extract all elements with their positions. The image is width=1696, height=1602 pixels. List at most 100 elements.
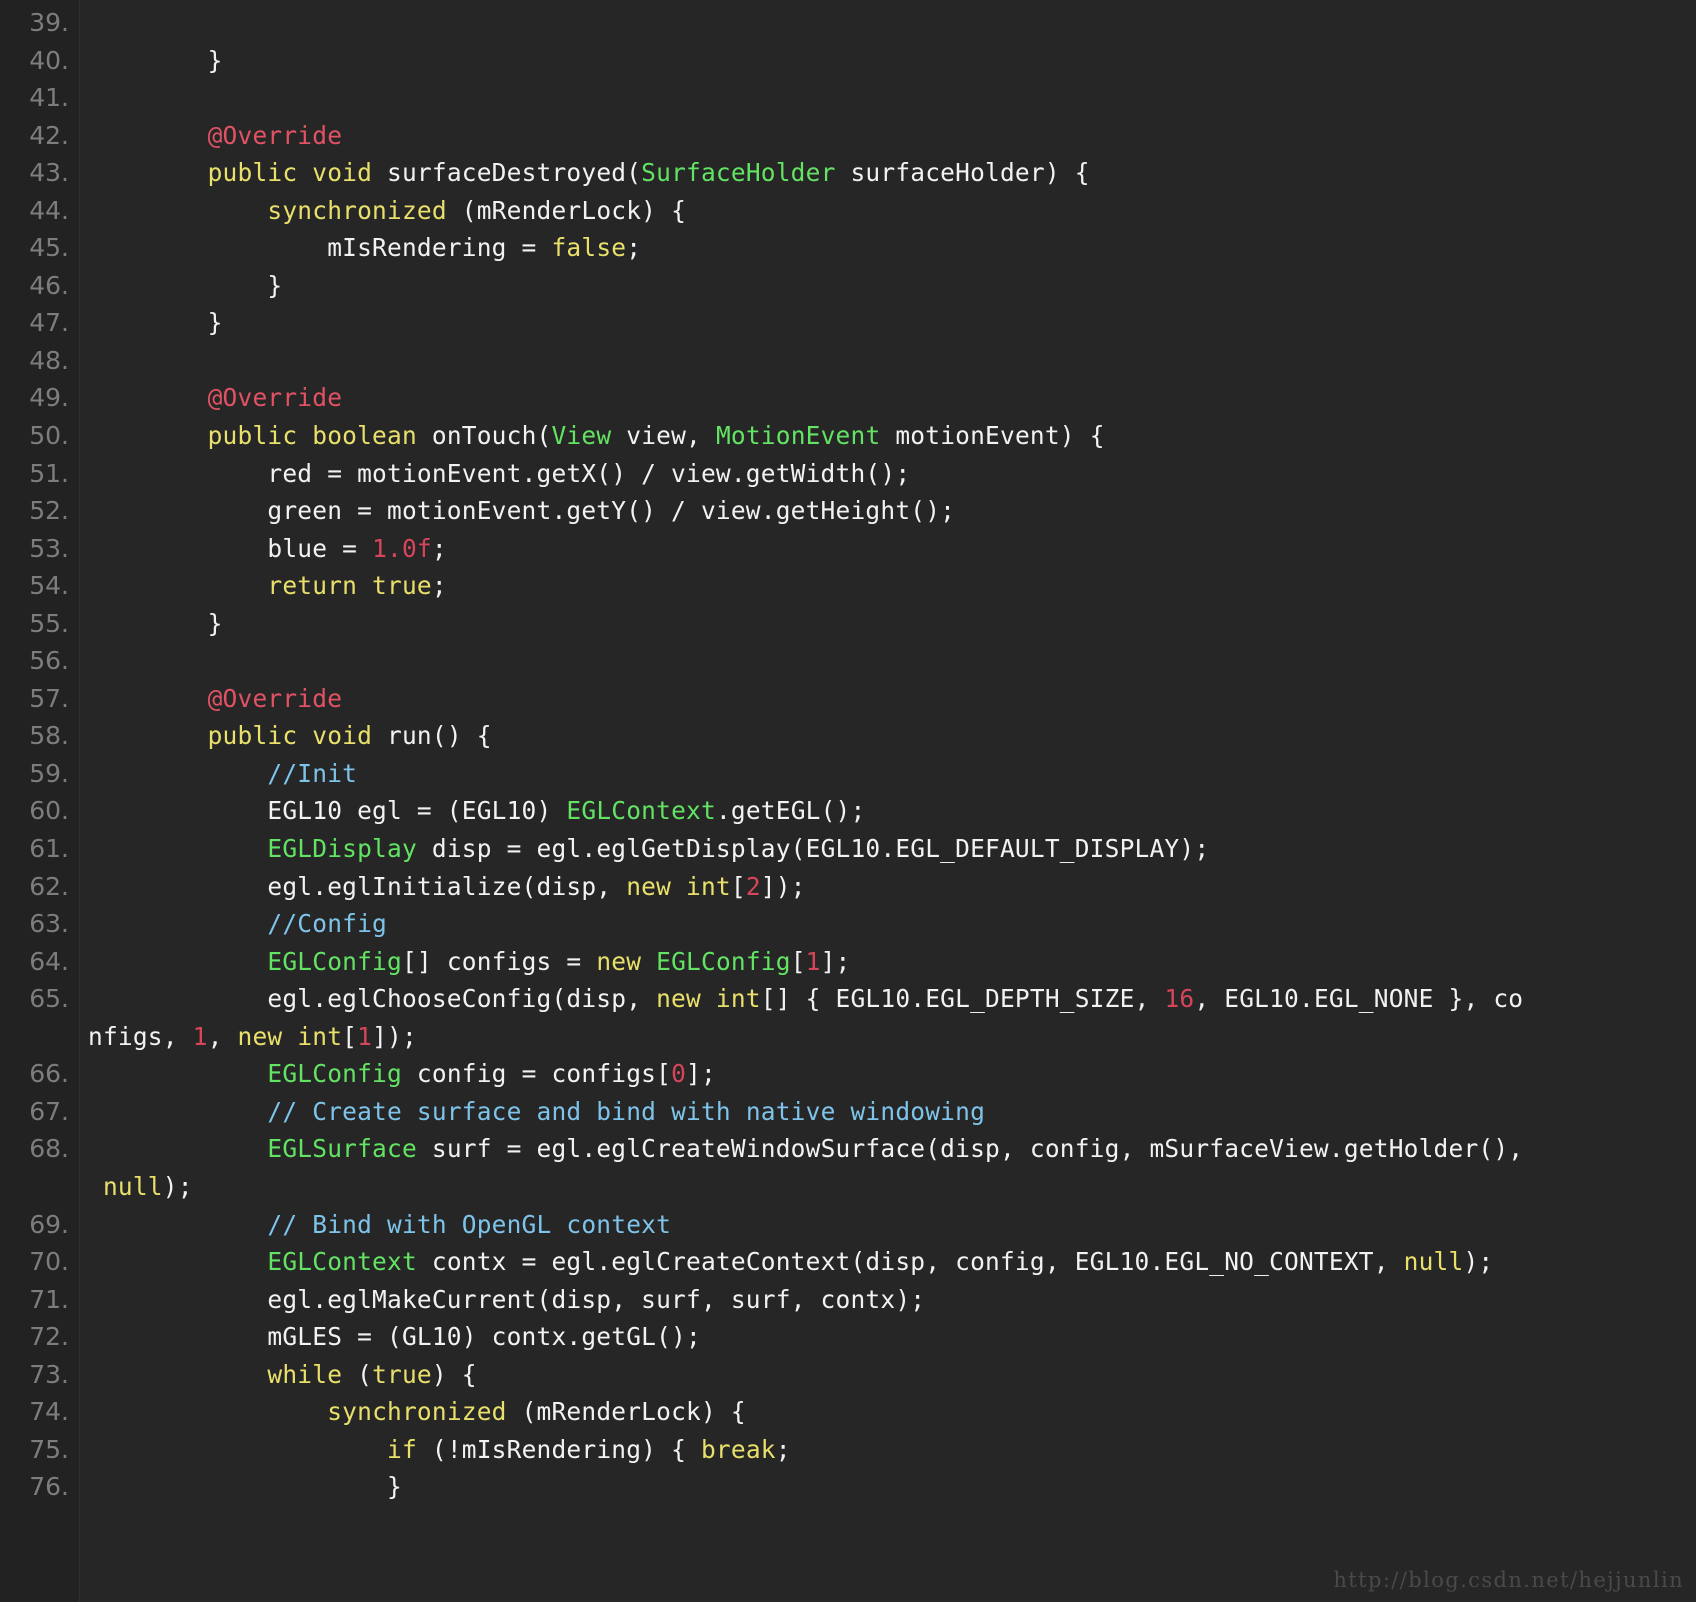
code-line[interactable]: public boolean onTouch(View view, Motion… [88, 417, 1696, 455]
code-token-txt: ; [775, 1434, 791, 1464]
code-line[interactable]: egl.eglInitialize(disp, new int[2]); [88, 868, 1696, 906]
code-token-kw: true [372, 1359, 432, 1389]
code-token-txt: egl.eglInitialize(disp, [88, 871, 627, 901]
code-token-txt: mIsRendering = [88, 233, 552, 263]
line-number: 44. [29, 195, 69, 225]
code-line[interactable]: @Override [88, 117, 1696, 155]
code-token-num: 1 [805, 946, 821, 976]
line-number: 60. [29, 796, 69, 826]
code-token-txt: ) { [431, 1359, 477, 1389]
code-line[interactable]: EGLContext contx = egl.eglCreateContext(… [88, 1243, 1696, 1281]
code-line[interactable]: EGLSurface surf = egl.eglCreateWindowSur… [88, 1130, 1696, 1168]
code-line[interactable]: } [88, 1468, 1696, 1506]
code-token-txt: ]); [760, 871, 806, 901]
code-token-kw: new int [626, 871, 731, 901]
code-line[interactable]: egl.eglChooseConfig(disp, new int[] { EG… [88, 980, 1696, 1018]
code-line[interactable]: } [88, 267, 1696, 305]
code-token-kw: public void [207, 158, 388, 188]
line-number-wrap-filler [0, 1018, 79, 1056]
code-line[interactable]: EGLDisplay disp = egl.eglGetDisplay(EGL1… [88, 830, 1696, 868]
code-token-txt: ( [357, 1359, 373, 1389]
code-line-wrapped[interactable]: nfigs, 1, new int[1]); [88, 1018, 1696, 1056]
code-token-txt: (mRenderLock) { [446, 195, 687, 225]
code-line[interactable]: public void surfaceDestroyed(SurfaceHold… [88, 154, 1696, 192]
line-number: 49. [29, 383, 69, 413]
code-token-kw: new [596, 946, 657, 976]
code-token-txt: .getEGL(); [715, 796, 866, 826]
code-line[interactable]: @Override [88, 379, 1696, 417]
code-line[interactable]: EGL10 egl = (EGL10) EGLContext.getEGL(); [88, 792, 1696, 830]
line-number: 64. [29, 946, 69, 976]
code-line[interactable]: //Config [88, 905, 1696, 943]
code-line[interactable]: } [88, 304, 1696, 342]
code-token-kw: new int [237, 1021, 343, 1051]
line-number: 50. [29, 421, 69, 451]
code-token-txt: green = motionEvent.getY() / view.getHei… [88, 496, 956, 526]
code-token-txt: surf = egl.eglCreateWindowSurface(disp, … [416, 1134, 1524, 1164]
code-token-txt: (!mIsRendering) { [431, 1434, 701, 1464]
code-token-txt: ); [1463, 1247, 1494, 1277]
code-line[interactable]: mIsRendering = false; [88, 229, 1696, 267]
code-token-txt: [ [790, 946, 806, 976]
line-number: 40. [29, 45, 69, 75]
code-line[interactable]: green = motionEvent.getY() / view.getHei… [88, 492, 1696, 530]
code-token-kw: public void [207, 721, 388, 751]
code-line[interactable]: EGLConfig config = configs[0]; [88, 1055, 1696, 1093]
code-line[interactable]: @Override [88, 680, 1696, 718]
line-number: 69. [29, 1209, 69, 1239]
code-line[interactable]: synchronized (mRenderLock) { [88, 1393, 1696, 1431]
code-line[interactable] [88, 342, 1696, 380]
code-token-txt: disp = egl.eglGetDisplay(EGL10.EGL_DEFAU… [416, 834, 1210, 864]
code-line[interactable]: synchronized (mRenderLock) { [88, 192, 1696, 230]
code-token-type: EGLConfig [267, 1059, 402, 1089]
code-line[interactable]: return true; [88, 567, 1696, 605]
line-number: 76. [29, 1472, 69, 1502]
code-token-txt: ]; [686, 1059, 716, 1089]
line-number: 68. [29, 1134, 69, 1164]
code-token-txt: } [88, 308, 223, 338]
code-line[interactable]: mGLES = (GL10) contx.getGL(); [88, 1318, 1696, 1356]
code-token-txt: ]); [372, 1021, 417, 1051]
code-line[interactable]: //Init [88, 755, 1696, 793]
code-line[interactable]: } [88, 42, 1696, 80]
code-token-txt: [ [730, 871, 746, 901]
line-number: 48. [29, 345, 69, 375]
code-line[interactable]: // Create surface and bind with native w… [88, 1093, 1696, 1131]
code-token-num: 1.0f [372, 533, 432, 563]
code-line[interactable]: EGLConfig[] configs = new EGLConfig[1]; [88, 943, 1696, 981]
code-content-area[interactable]: } @Override public void surfaceDestroyed… [80, 0, 1696, 1602]
code-line[interactable]: while (true) { [88, 1356, 1696, 1394]
line-number-wrap-filler [0, 1168, 79, 1206]
code-line-wrapped[interactable]: null); [88, 1168, 1696, 1206]
line-number-gutter: 39. 40. 41. 42. 43. 44. 45. 46. 47. 48. 49. 50. 51. 5… [0, 0, 80, 1602]
code-token-txt: nfigs, [88, 1021, 193, 1051]
code-line[interactable] [88, 79, 1696, 117]
code-token-num: 2 [745, 871, 761, 901]
code-token-txt: EGL10 egl = (EGL10) [88, 796, 567, 826]
code-line[interactable]: if (!mIsRendering) { break; [88, 1431, 1696, 1469]
code-token-cmt: // Bind with OpenGL context [267, 1209, 672, 1239]
code-token-kw: null [102, 1171, 163, 1201]
code-line[interactable]: egl.eglMakeCurrent(disp, surf, surf, con… [88, 1281, 1696, 1319]
code-line[interactable]: blue = 1.0f; [88, 530, 1696, 568]
code-line[interactable]: public void run() { [88, 717, 1696, 755]
code-line[interactable] [88, 4, 1696, 42]
code-line[interactable]: // Bind with OpenGL context [88, 1206, 1696, 1244]
code-line[interactable]: } [88, 605, 1696, 643]
code-line[interactable]: red = motionEvent.getX() / view.getWidth… [88, 455, 1696, 493]
line-number: 51. [29, 458, 69, 488]
code-line[interactable] [88, 642, 1696, 680]
code-token-kw: false [551, 233, 627, 263]
code-token-kw: return true [267, 571, 432, 601]
code-token-type: SurfaceHolder [641, 158, 836, 188]
code-token-cmt: // Create surface and bind with native w… [267, 1096, 986, 1126]
